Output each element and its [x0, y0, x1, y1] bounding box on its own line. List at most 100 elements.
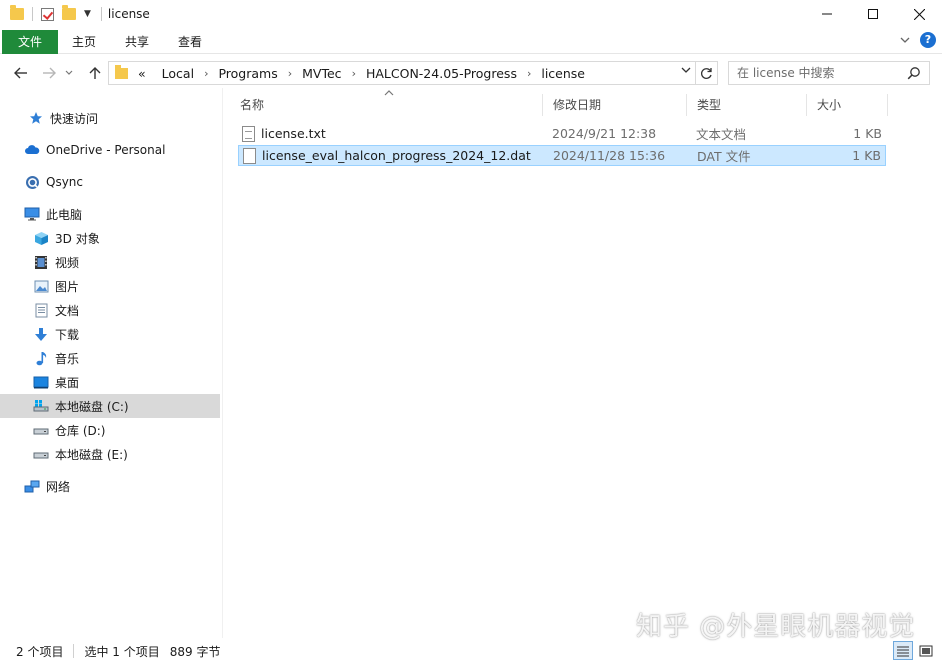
sidebar-item-drive-c[interactable]: 本地磁盘 (C:) [0, 394, 220, 418]
file-date: 2024/9/21 12:38 [552, 126, 657, 141]
sidebar-item-documents[interactable]: 文档 [33, 298, 79, 322]
file-row-selected[interactable]: license_eval_halcon_progress_2024_12.dat… [238, 145, 886, 166]
file-list: 名称 修改日期 类型 大小 license.txt 2024/9/21 12:3… [230, 88, 942, 638]
forward-button[interactable] [38, 62, 60, 84]
navigation-bar: « Local › Programs › MVTec › HALCON-24.0… [0, 58, 942, 88]
expand-ribbon-icon[interactable] [900, 36, 910, 44]
tab-home[interactable]: 主页 [62, 30, 106, 54]
column-header-name[interactable]: 名称 [230, 94, 542, 116]
computer-icon [24, 206, 40, 222]
navigation-pane: 快速访问 OneDrive - Personal Qsync 此电脑 3D 对象… [0, 98, 222, 638]
file-name: license.txt [261, 126, 326, 141]
new-folder-icon[interactable] [62, 5, 76, 20]
document-icon [33, 302, 49, 318]
breadcrumb-programs[interactable]: Programs [218, 66, 277, 81]
cube-icon [33, 230, 49, 246]
breadcrumb-separator[interactable]: › [352, 67, 356, 80]
title-bar: ▼ license [0, 0, 942, 28]
selection-size: 889 字节 [169, 644, 221, 659]
large-icons-view-button[interactable] [916, 641, 936, 660]
breadcrumb-halcon[interactable]: HALCON-24.05-Progress [366, 66, 517, 81]
sidebar-item-drive-d[interactable]: 仓库 (D:) [33, 418, 105, 442]
breadcrumb-local[interactable]: Local [162, 66, 194, 81]
breadcrumb-overflow[interactable]: « [138, 66, 146, 81]
text-file-icon [242, 125, 255, 142]
tab-view[interactable]: 查看 [168, 30, 212, 54]
download-icon [33, 326, 49, 342]
window-title: license [107, 7, 150, 21]
drive-c-icon [33, 398, 49, 414]
breadcrumb-separator[interactable]: › [204, 67, 208, 80]
column-header-size[interactable]: 大小 [806, 94, 888, 116]
cloud-icon [24, 142, 40, 158]
qsync-icon [24, 174, 40, 190]
file-size: 1 KB [852, 148, 881, 163]
sidebar-item-videos[interactable]: 视频 [33, 250, 79, 274]
column-header-date[interactable]: 修改日期 [542, 94, 686, 116]
sidebar-item-desktop[interactable]: 桌面 [33, 370, 79, 394]
sidebar-item-label: 本地磁盘 (E:) [55, 447, 128, 462]
sidebar-item-music[interactable]: 音乐 [33, 346, 79, 370]
customize-toolbar-dropdown-icon[interactable]: ▼ [84, 9, 91, 19]
divider [73, 644, 75, 658]
recent-locations-dropdown-icon[interactable] [62, 62, 76, 84]
details-view-button[interactable] [893, 641, 913, 660]
breadcrumb-license[interactable]: license [541, 66, 585, 81]
watermark: 知乎 @外星眼机器视觉 [636, 612, 916, 642]
folder-icon [115, 64, 128, 79]
address-bar[interactable]: « Local › Programs › MVTec › HALCON-24.0… [108, 61, 696, 85]
sidebar-item-label: 视频 [55, 255, 80, 270]
breadcrumb-mvtec[interactable]: MVTec [302, 66, 341, 81]
large-icons-view-icon [919, 645, 933, 656]
selection-count: 选中 1 个项目 [84, 644, 160, 659]
desktop-icon [33, 374, 49, 390]
tab-file[interactable]: 文件 [2, 30, 58, 54]
column-header-type[interactable]: 类型 [686, 94, 806, 116]
sidebar-item-label: 本地磁盘 (C:) [55, 399, 129, 414]
sidebar-item-label: 图片 [55, 279, 80, 294]
sidebar-item-network[interactable]: 网络 [24, 474, 70, 498]
sidebar-item-this-pc[interactable]: 此电脑 [24, 202, 82, 226]
drive-icon [33, 446, 49, 462]
sidebar-item-label: 音乐 [55, 351, 80, 366]
sidebar-item-drive-e[interactable]: 本地磁盘 (E:) [33, 442, 128, 466]
search-icon[interactable] [907, 66, 921, 80]
file-name: license_eval_halcon_progress_2024_12.dat [262, 148, 531, 163]
properties-icon[interactable] [41, 7, 54, 21]
pane-divider[interactable] [222, 88, 223, 638]
search-input[interactable] [729, 62, 899, 84]
breadcrumb-separator[interactable]: › [527, 67, 531, 80]
sidebar-item-label: 网络 [46, 479, 71, 494]
refresh-button[interactable] [696, 61, 718, 85]
close-button[interactable] [896, 0, 942, 28]
sidebar-item-label: 桌面 [55, 375, 80, 390]
drive-icon [33, 422, 49, 438]
minimize-button[interactable] [804, 0, 850, 28]
tab-share[interactable]: 共享 [115, 30, 159, 54]
sidebar-item-label: Qsync [46, 175, 84, 189]
sidebar-item-label: 下载 [55, 327, 80, 342]
file-icon [243, 147, 256, 164]
back-button[interactable] [10, 62, 32, 84]
maximize-button[interactable] [850, 0, 896, 28]
help-icon[interactable]: ? [920, 32, 936, 48]
file-row[interactable]: license.txt 2024/9/21 12:38 文本文档 1 KB [238, 123, 886, 144]
sidebar-item-3d-objects[interactable]: 3D 对象 [33, 226, 100, 250]
sidebar-item-pictures[interactable]: 图片 [33, 274, 79, 298]
music-icon [33, 350, 49, 366]
sidebar-item-label: 文档 [55, 303, 80, 318]
file-type: DAT 文件 [697, 149, 751, 164]
sidebar-item-onedrive[interactable]: OneDrive - Personal [24, 138, 165, 162]
folder-icon [10, 5, 24, 20]
breadcrumb-separator[interactable]: › [288, 67, 292, 80]
sidebar-item-label: 快速访问 [50, 111, 99, 126]
search-box[interactable] [728, 61, 930, 85]
up-button[interactable] [84, 62, 106, 84]
picture-icon [33, 278, 49, 294]
sidebar-item-qsync[interactable]: Qsync [24, 170, 83, 194]
sidebar-item-label: 3D 对象 [55, 231, 100, 246]
sidebar-item-quick-access[interactable]: 快速访问 [28, 106, 98, 130]
address-history-dropdown-icon[interactable] [681, 66, 691, 77]
divider [32, 7, 33, 21]
sidebar-item-downloads[interactable]: 下载 [33, 322, 79, 346]
